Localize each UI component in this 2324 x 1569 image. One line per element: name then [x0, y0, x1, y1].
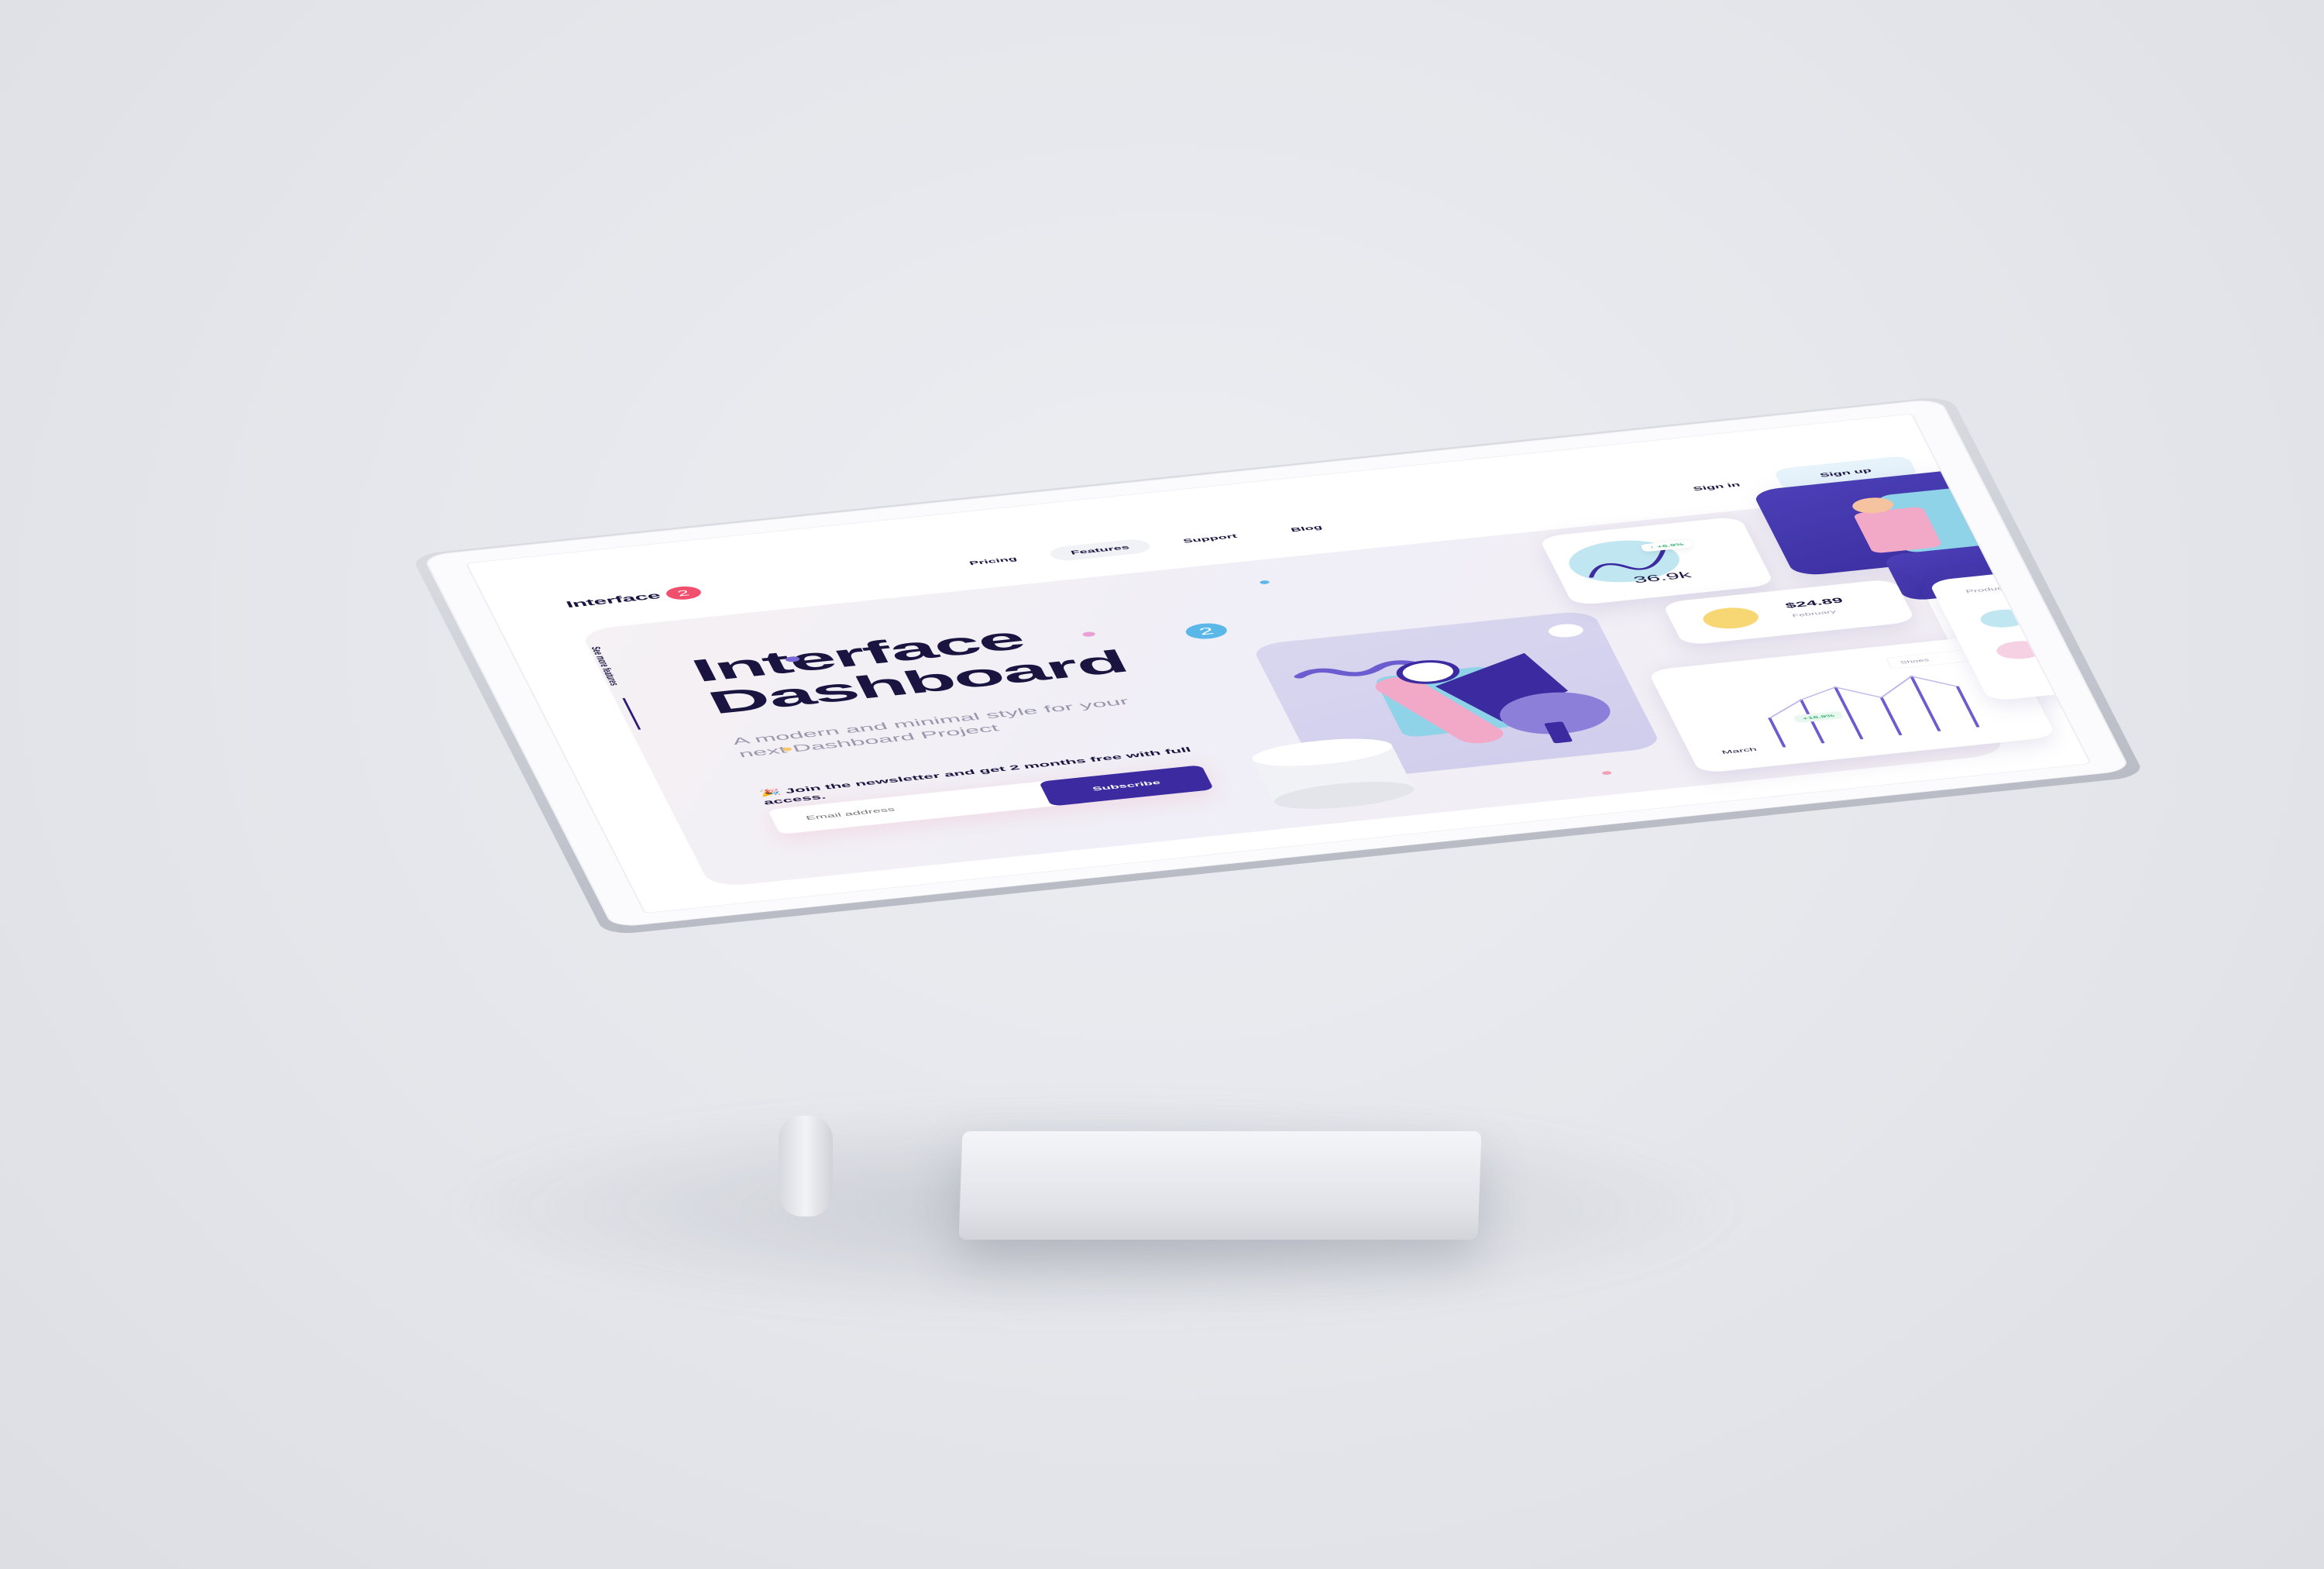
party-icon: 🎉: [757, 788, 783, 798]
signin-link[interactable]: Sign in: [1690, 477, 1743, 496]
product-icon: [1992, 638, 2048, 662]
logo-badge: 2: [662, 584, 704, 601]
logo-text: Interface: [564, 590, 663, 610]
stand-base: [958, 1131, 1482, 1240]
product-icon: [1976, 607, 2032, 630]
tablet-device: Interface 2 Pricing Features Support Blo…: [410, 395, 2146, 936]
nav-item-blog[interactable]: Blog: [1267, 518, 1346, 539]
revenue-value: $24.89: [1783, 596, 1845, 611]
coin-icon: [1698, 605, 1763, 631]
nav-item-pricing[interactable]: Pricing: [946, 549, 1040, 573]
stand-arm: [779, 1116, 833, 1216]
device-body: Interface 2 Pricing Features Support Blo…: [422, 398, 2131, 928]
nav-item-support[interactable]: Support: [1160, 527, 1260, 551]
logo[interactable]: Interface 2: [563, 584, 704, 611]
revenue-label: February: [1791, 608, 1838, 618]
nav-item-features[interactable]: Features: [1047, 538, 1153, 563]
mockup-scene: Interface 2 Pricing Features Support Blo…: [0, 0, 2324, 1569]
product-header: Product: [1965, 585, 2008, 594]
screen: Interface 2 Pricing Features Support Blo…: [465, 413, 2092, 914]
